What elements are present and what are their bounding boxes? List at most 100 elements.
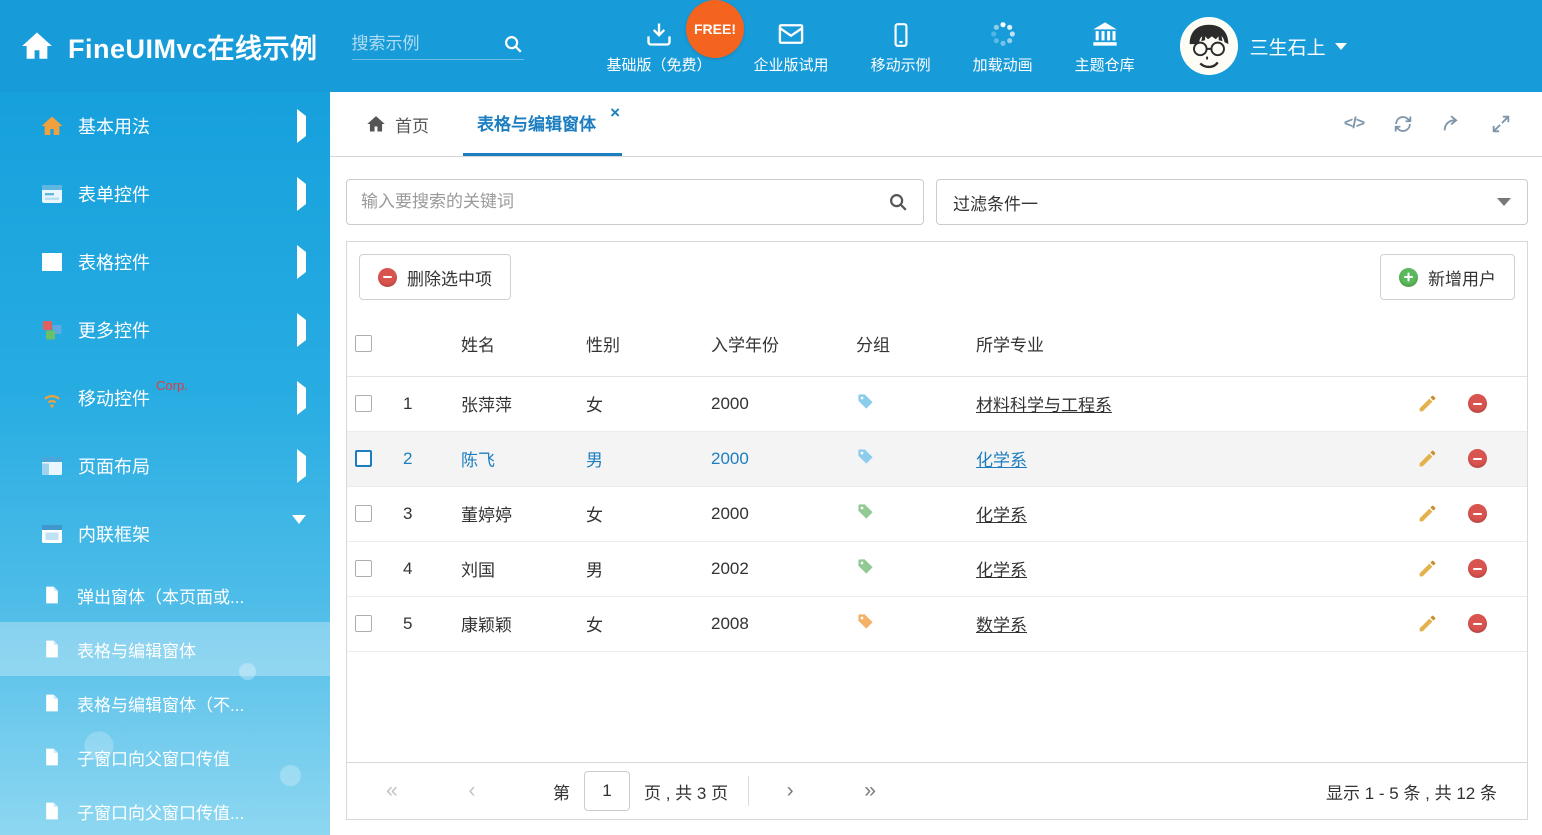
file-icon [42, 693, 62, 713]
select-all-checkbox[interactable] [355, 335, 372, 352]
cell-name: 董婷婷 [453, 486, 578, 541]
grid-panel: 删除选中项 新增用户 [346, 241, 1528, 820]
tab-label: 首页 [395, 112, 429, 137]
main-area: 首页 表格与编辑窗体 × </> [330, 92, 1542, 835]
chevron-right-icon [297, 381, 306, 415]
row-checkbox[interactable] [355, 505, 372, 522]
row-number: 2 [395, 431, 453, 486]
search-icon[interactable] [887, 191, 909, 213]
col-group: 分组 [848, 312, 968, 376]
edit-pencil-icon[interactable] [1417, 448, 1438, 469]
sidebar-subitem-child-to-parent-2[interactable]: 子窗口向父窗口传值... [0, 784, 330, 835]
major-link[interactable]: 化学系 [976, 506, 1027, 525]
edit-pencil-icon[interactable] [1417, 393, 1438, 414]
open-in-new-icon[interactable] [1441, 113, 1463, 135]
source-code-icon[interactable]: </> [1343, 113, 1365, 135]
col-name: 姓名 [453, 312, 578, 376]
delete-row-icon[interactable] [1468, 559, 1487, 578]
sidebar-item-iframe[interactable]: 内联框架 [0, 500, 330, 568]
cell-year: 2000 [703, 486, 848, 541]
table-row[interactable]: 2 陈飞 男 2000 化学系 [347, 431, 1527, 486]
cubes-icon [40, 318, 64, 342]
nav-item-loading-animation[interactable]: 加载动画 [952, 0, 1054, 92]
major-link[interactable]: 数学系 [976, 616, 1027, 635]
next-page-icon[interactable]: › [775, 779, 805, 803]
sidebar-subitem-popup-window[interactable]: 弹出窗体（本页面或... [0, 568, 330, 622]
edit-pencil-icon[interactable] [1417, 503, 1438, 524]
keyword-search-box [346, 179, 924, 225]
home-logo-icon[interactable] [20, 29, 54, 63]
sidebar-item-form-controls[interactable]: 表单控件 [0, 160, 330, 228]
sidebar-subitem-grid-edit-window-2[interactable]: 表格与编辑窗体（不... [0, 676, 330, 730]
first-page-icon[interactable]: « [377, 779, 407, 803]
plus-circle-icon [1399, 268, 1418, 287]
chevron-down-icon [292, 515, 306, 544]
delete-row-icon[interactable] [1468, 504, 1487, 523]
sidebar-item-more-controls[interactable]: 更多控件 [0, 296, 330, 364]
delete-row-icon[interactable] [1468, 394, 1487, 413]
sidebar-subitem-label: 弹出窗体（本页面或... [77, 583, 244, 608]
edit-pencil-icon[interactable] [1417, 613, 1438, 634]
sidebar-subitem-label: 表格与编辑窗体（不... [77, 691, 244, 716]
nav-item-mobile-demo[interactable]: 移动示例 [850, 0, 952, 92]
delete-selected-button[interactable]: 删除选中项 [359, 254, 511, 300]
tag-icon [856, 557, 875, 576]
form-icon [40, 182, 64, 206]
nav-item-label: 主题仓库 [1075, 54, 1135, 75]
tab-grid-edit-window[interactable]: 表格与编辑窗体 × [463, 92, 622, 156]
header-search [352, 33, 524, 60]
sidebar-item-label: 移动控件 [78, 385, 150, 411]
close-icon[interactable]: × [610, 104, 620, 121]
sidebar-subitem-child-to-parent[interactable]: 子窗口向父窗口传值 [0, 730, 330, 784]
cell-name: 刘国 [453, 541, 578, 596]
sidebar-item-basic-usage[interactable]: 基本用法 [0, 92, 330, 160]
cell-year: 2002 [703, 541, 848, 596]
tab-tools: </> [1343, 92, 1542, 156]
row-checkbox[interactable] [355, 560, 372, 577]
user-menu[interactable]: 三生石上 [1180, 17, 1373, 75]
frame-icon [40, 522, 64, 546]
filter-dropdown[interactable]: 过滤条件一 [936, 179, 1528, 225]
table-row[interactable]: 4 刘国 男 2002 化学系 [347, 541, 1527, 596]
sidebar-item-mobile-controls[interactable]: 移动控件 Corp. [0, 364, 330, 432]
content-area: 过滤条件一 删除选中项 新增用户 [330, 157, 1542, 835]
table-row[interactable]: 1 张萍萍 女 2000 材料科学与工程系 [347, 376, 1527, 431]
tag-icon [856, 392, 875, 411]
last-page-icon[interactable]: » [855, 779, 885, 803]
major-link[interactable]: 化学系 [976, 561, 1027, 580]
cell-name: 张萍萍 [453, 376, 578, 431]
nav-item-theme-repo[interactable]: 主题仓库 [1054, 0, 1156, 92]
table-row[interactable]: 3 董婷婷 女 2000 化学系 [347, 486, 1527, 541]
cell-year: 2000 [703, 431, 848, 486]
table-row[interactable]: 5 康颖颖 女 2008 数学系 [347, 596, 1527, 651]
nav-item-label: 移动示例 [871, 54, 931, 75]
prev-page-icon[interactable]: ‹ [457, 779, 487, 803]
file-icon [42, 747, 62, 767]
sidebar-subitem-grid-edit-window[interactable]: 表格与编辑窗体 [0, 622, 330, 676]
refresh-icon[interactable] [1392, 113, 1414, 135]
minus-circle-icon [378, 268, 397, 287]
row-checkbox[interactable] [355, 450, 372, 467]
sidebar-item-page-layout[interactable]: 页面布局 [0, 432, 330, 500]
page-number-input[interactable] [584, 771, 630, 811]
tab-home[interactable]: 首页 [360, 92, 435, 156]
record-summary: 显示 1 - 5 条 , 共 12 条 [1326, 779, 1497, 804]
caret-down-icon [1497, 198, 1511, 206]
edit-pencil-icon[interactable] [1417, 558, 1438, 579]
row-checkbox[interactable] [355, 615, 372, 632]
file-icon [42, 639, 62, 659]
sidebar-item-grid-controls[interactable]: 表格控件 [0, 228, 330, 296]
file-icon [42, 801, 62, 821]
delete-row-icon[interactable] [1468, 614, 1487, 633]
header-search-input[interactable] [352, 34, 502, 54]
search-icon[interactable] [502, 33, 524, 55]
keyword-search-input[interactable] [361, 192, 887, 212]
row-checkbox[interactable] [355, 395, 372, 412]
major-link[interactable]: 化学系 [976, 451, 1027, 470]
nav-item-enterprise-trial[interactable]: 企业版试用 [733, 0, 850, 92]
major-link[interactable]: 材料科学与工程系 [976, 396, 1112, 415]
fullscreen-icon[interactable] [1490, 113, 1512, 135]
add-user-button[interactable]: 新增用户 [1380, 254, 1515, 300]
page-label-suffix: 页 , 共 3 页 [644, 779, 728, 804]
delete-row-icon[interactable] [1468, 449, 1487, 468]
